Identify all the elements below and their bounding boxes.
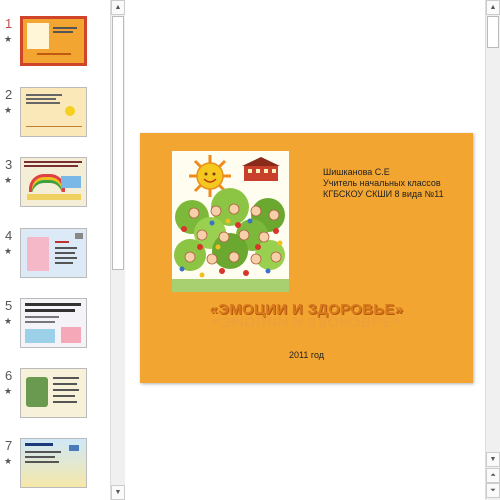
slide-editor-area: Шишканова С.Е Учитель начальных классов …	[125, 0, 485, 500]
slide-number: 7	[5, 438, 13, 453]
slide-thumbnail-6[interactable]: 6 ★	[0, 368, 110, 430]
animation-star-icon: ★	[4, 246, 13, 256]
author-role: Учитель начальных классов	[323, 178, 441, 188]
thumbnail-image	[26, 377, 48, 407]
animation-star-icon: ★	[4, 105, 13, 115]
scrollbar-thumb[interactable]	[112, 16, 124, 270]
thumbnail-text-line	[53, 27, 77, 29]
scroll-up-arrow-icon[interactable]: ▲	[486, 0, 500, 15]
author-name: Шишканова С.Е	[323, 167, 390, 177]
scroll-down-arrow-icon[interactable]: ▼	[486, 452, 500, 467]
slide-number: 2	[5, 87, 13, 102]
animation-star-icon: ★	[4, 456, 13, 466]
slide-thumbnail-5[interactable]: 5 ★	[0, 298, 110, 360]
thumbnail-text-line	[25, 309, 75, 312]
thumbnail-text-line	[26, 102, 60, 104]
thumbnail-text-line	[25, 443, 53, 446]
author-block: Шишканова С.Е Учитель начальных классов …	[323, 167, 444, 200]
thumbnail-flowers	[27, 194, 81, 200]
thumbnail-text-line	[25, 451, 61, 453]
thumbnail-divider	[26, 126, 82, 127]
animation-star-icon: ★	[4, 386, 13, 396]
rainbow-icon	[29, 174, 65, 192]
thumbnail-text-line	[25, 456, 55, 458]
thumbnail-text-line	[25, 303, 81, 306]
thumbnail-scrollbar[interactable]: ▲ ▼	[110, 0, 125, 500]
slide-number: 5	[5, 298, 13, 313]
children-sun-picture	[172, 151, 289, 292]
slide-thumbnail-1[interactable]: 1 ★	[0, 16, 110, 78]
thumbnail-preview[interactable]	[20, 87, 87, 137]
thumbnail-text-line	[25, 461, 59, 463]
slide-thumbnail-2[interactable]: 2 ★	[0, 87, 110, 149]
thumbnail-image	[25, 329, 55, 343]
thumbnail-text-line	[55, 257, 77, 259]
slide-title-reflection: «ЭМОЦИИ И ЗДОРОВЬЕ»	[212, 313, 401, 330]
slide-thumbnail-panel: 1 ★ 2 ★ 3 ★ 4 ★ 5 ★ 6 ★ 7 ★ ▲ ▼	[0, 0, 125, 500]
thumbnail-text-line	[53, 377, 79, 379]
speaker-icon	[75, 233, 83, 239]
thumbnail-text-line	[53, 395, 75, 397]
thumbnail-preview[interactable]	[20, 157, 87, 207]
thumbnail-text-line	[55, 252, 75, 254]
scroll-up-arrow-icon[interactable]: ▲	[111, 0, 125, 15]
thumbnail-preview[interactable]	[20, 298, 87, 348]
thumbnail-text-line	[55, 241, 69, 243]
slide-thumbnail-7[interactable]: 7 ★	[0, 438, 110, 500]
thumbnail-text-line	[53, 389, 79, 391]
bird-icon	[69, 445, 79, 451]
thumbnail-preview[interactable]	[20, 438, 87, 488]
thumbnail-preview[interactable]	[20, 228, 87, 278]
animation-star-icon: ★	[4, 175, 13, 185]
scroll-down-arrow-icon[interactable]: ▼	[111, 485, 125, 500]
previous-slide-icon[interactable]: ⏶	[486, 468, 500, 483]
thumbnail-text-line	[25, 316, 59, 318]
next-slide-icon[interactable]: ⏷	[486, 483, 500, 498]
thumbnail-text-line	[26, 94, 62, 96]
current-slide[interactable]: Шишканова С.Е Учитель начальных классов …	[140, 133, 473, 383]
children-sun-illustration	[172, 151, 289, 292]
slide-number: 1	[5, 16, 13, 31]
scrollbar-thumb[interactable]	[487, 16, 499, 48]
thumbnail-preview[interactable]	[20, 368, 87, 418]
sun-icon	[65, 106, 75, 116]
thumbnail-image	[61, 176, 81, 188]
thumbnail-text-line	[53, 383, 77, 385]
thumbnail-text-line	[55, 247, 77, 249]
thumbnail-text-line	[24, 165, 78, 167]
thumbnail-text-line	[25, 321, 55, 323]
thumbnail-text-line	[53, 31, 73, 33]
slide-year: 2011 год	[289, 350, 324, 360]
animation-star-icon: ★	[4, 316, 13, 326]
thumbnail-image	[27, 237, 49, 271]
animation-star-icon: ★	[4, 34, 13, 44]
slide-number: 3	[5, 157, 13, 172]
thumbnail-text-line	[26, 98, 56, 100]
slide-number: 6	[5, 368, 13, 383]
thumbnail-image	[61, 327, 81, 343]
thumbnail-text-line	[55, 262, 73, 264]
slide-thumbnail-3[interactable]: 3 ★	[0, 157, 110, 219]
slide-thumbnail-4[interactable]: 4 ★	[0, 228, 110, 290]
thumbnail-text-line	[53, 401, 77, 403]
slide-number: 4	[5, 228, 13, 243]
thumbnail-preview[interactable]	[20, 16, 87, 66]
thumbnail-title-line	[37, 53, 71, 55]
thumbnail-text-line	[24, 161, 82, 163]
thumbnail-image	[27, 23, 49, 49]
author-school: КГБСКОУ СКШИ 8 вида №11	[323, 189, 444, 199]
editor-scrollbar[interactable]: ▲ ▼ ⏶ ⏷	[485, 0, 500, 500]
